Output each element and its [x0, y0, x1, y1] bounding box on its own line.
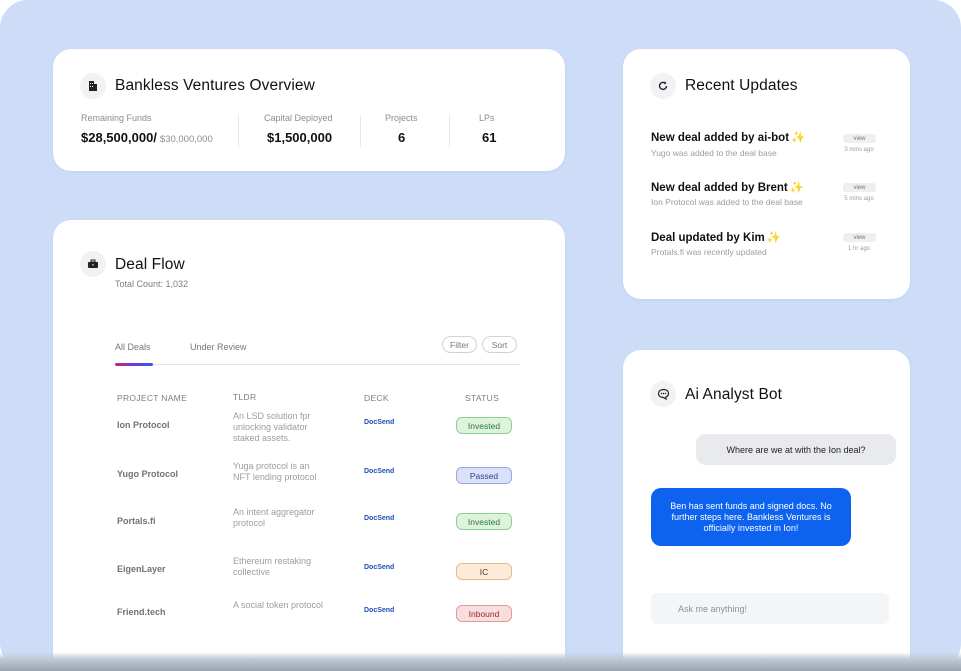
tab-track	[115, 364, 520, 365]
project-tldr: Yuga protocol is an NFT lending protocol	[233, 461, 317, 482]
update-time: 3 mins ago	[844, 147, 874, 153]
status-badge: Inbound	[456, 605, 512, 622]
user-message-bubble: Where are we at with the Ion deal?	[696, 434, 896, 465]
update-time: 5 mins ago	[844, 196, 874, 202]
sparkle-icon: ✨	[789, 182, 805, 194]
view-button[interactable]: view	[843, 183, 876, 192]
view-button[interactable]: view	[843, 233, 876, 242]
update-subtitle: Yugo was added to the deal base	[651, 148, 777, 158]
overview-card: Bankless Ventures Overview Remaining Fun…	[53, 49, 565, 171]
building-icon	[80, 73, 106, 99]
deck-link[interactable]: DocSend	[364, 468, 394, 475]
sparkle-icon: ✨	[766, 232, 782, 244]
update-time: 1 hr ago	[847, 246, 871, 252]
ai-analyst-card: Ai Analyst Bot Where are we at with the …	[623, 350, 910, 671]
status-badge: IC	[456, 563, 512, 580]
remaining-value: $28,500,000/	[81, 130, 157, 145]
tab-under-review[interactable]: Under Review	[190, 342, 247, 352]
view-button[interactable]: view	[843, 134, 876, 143]
update-title-text: New deal added by ai-bot	[651, 132, 790, 144]
project-name[interactable]: EigenLayer	[117, 564, 166, 574]
deal-flow-title: Deal Flow	[115, 256, 185, 273]
status-badge: Passed	[456, 467, 512, 484]
recent-updates-card: Recent Updates New deal added by ai-bot ✨…	[623, 49, 910, 299]
col-tldr: TLDR	[233, 392, 257, 402]
stat-value-remaining: $28,500,000/$30,000,000	[81, 130, 213, 145]
stat-label-lps: LPs	[479, 113, 495, 123]
deck-link[interactable]: DocSend	[364, 607, 394, 614]
status-badge: Invested	[456, 417, 512, 434]
update-title: Deal updated by Kim ✨	[651, 230, 781, 244]
chat-icon	[650, 381, 676, 407]
ai-analyst-title: Ai Analyst Bot	[685, 386, 783, 403]
col-project-name: PROJECT NAME	[117, 393, 188, 403]
divider	[360, 115, 361, 147]
stat-label-deployed: Capital Deployed	[264, 113, 333, 123]
update-title: New deal added by ai-bot ✨	[651, 130, 805, 144]
deal-flow-card: Deal Flow Total Count: 1,032 All Deals U…	[53, 220, 565, 671]
recent-updates-title: Recent Updates	[685, 77, 798, 94]
overview-title: Bankless Ventures Overview	[115, 77, 315, 94]
update-title-text: New deal added by Brent	[651, 182, 788, 194]
project-tldr: A social token protocol	[233, 600, 324, 610]
bot-message-bubble: Ben has sent funds and signed docs. No f…	[651, 488, 851, 546]
status-badge: Invested	[456, 513, 512, 530]
deck-link[interactable]: DocSend	[364, 515, 394, 522]
update-title: New deal added by Brent ✨	[651, 180, 804, 194]
filter-button[interactable]: Filter	[442, 336, 477, 353]
refresh-icon	[650, 73, 676, 99]
update-subtitle: Protals.fi was recently updated	[651, 247, 767, 257]
sparkle-icon: ✨	[791, 132, 806, 144]
sort-button[interactable]: Sort	[482, 336, 517, 353]
stat-value-projects: 6	[398, 130, 406, 145]
project-name[interactable]: Friend.tech	[117, 607, 166, 617]
project-tldr: Ethereum restaking collective	[233, 556, 312, 577]
project-name[interactable]: Yugo Protocol	[117, 469, 178, 479]
update-subtitle: Ion Protocol was added to the deal base	[651, 197, 803, 207]
stat-label-remaining: Remaining Funds	[81, 113, 152, 123]
stat-label-projects: Projects	[385, 113, 418, 123]
col-deck: DECK	[364, 393, 389, 403]
project-tldr: An LSD solution fpr unlocking validator …	[233, 411, 311, 443]
deck-link[interactable]: DocSend	[364, 564, 394, 571]
total-fund-value: $30,000,000	[159, 134, 213, 145]
bottom-fade	[0, 652, 961, 671]
deck-link[interactable]: DocSend	[364, 419, 394, 426]
briefcase-icon	[80, 251, 106, 277]
stat-value-lps: 61	[482, 130, 497, 145]
chat-input[interactable]: Ask me anything!	[651, 593, 889, 624]
stat-value-deployed: $1,500,000	[267, 130, 333, 145]
update-title-text: Deal updated by Kim	[651, 232, 765, 244]
total-count: Total Count: 1,032	[115, 279, 189, 289]
divider	[449, 115, 450, 147]
project-tldr: An intent aggregator protocol	[233, 507, 315, 528]
col-status: STATUS	[465, 393, 500, 403]
project-name[interactable]: Portals.fi	[117, 516, 156, 526]
project-name[interactable]: Ion Protocol	[117, 420, 170, 430]
active-tab-indicator	[115, 363, 153, 366]
divider	[238, 115, 239, 147]
tab-all-deals[interactable]: All Deals	[115, 342, 151, 352]
